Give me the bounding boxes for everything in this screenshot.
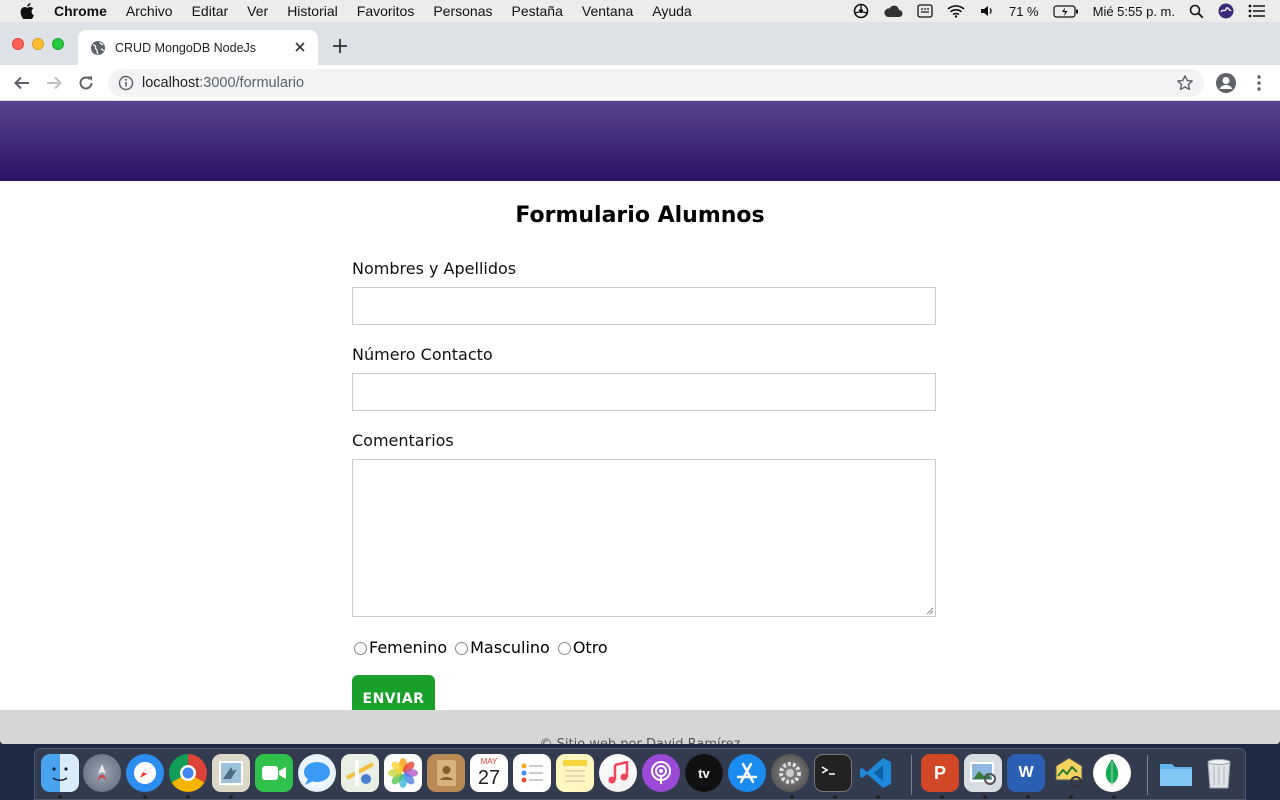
radio-label-femenino: Femenino (369, 637, 448, 657)
calendar-icon[interactable]: MAY 27 (470, 754, 508, 792)
url-host: localhost (142, 75, 200, 91)
finder-icon[interactable] (41, 754, 79, 792)
notes-icon[interactable] (556, 754, 594, 792)
info-icon[interactable] (118, 75, 134, 91)
safari-icon[interactable] (126, 754, 164, 792)
zoom-window-button[interactable] (52, 38, 64, 50)
radio-otro[interactable] (557, 641, 571, 655)
page-title: Formulario Alumnos (515, 203, 765, 228)
menu-ver[interactable]: Ver (247, 3, 268, 19)
mongodb-icon[interactable] (1093, 754, 1131, 792)
maps-icon[interactable] (341, 754, 379, 792)
system-preferences-icon[interactable] (771, 754, 809, 792)
menu-pestana[interactable]: Pestaña (512, 3, 563, 19)
radio-label-masculino: Masculino (470, 637, 550, 657)
calendar-day: 27 (477, 767, 501, 789)
name-input[interactable] (352, 287, 936, 325)
forward-arrow-icon[interactable] (44, 73, 64, 93)
podcasts-icon[interactable] (642, 754, 680, 792)
wifi-icon[interactable] (947, 4, 965, 18)
mail-stamp-icon[interactable] (212, 754, 250, 792)
menubar-clock[interactable]: Mié 5:55 p. m. (1093, 4, 1175, 19)
page-footer: © Sitio web por David Ramírez (0, 710, 1280, 744)
profile-avatar-icon[interactable] (1215, 72, 1237, 94)
macos-dock: MAY 27 tv P W (34, 748, 1246, 800)
powerpoint-icon[interactable]: P (921, 754, 959, 792)
active-tab[interactable]: CRUD MongoDB NodeJs (78, 30, 318, 65)
window-controls (12, 38, 72, 50)
menu-historial[interactable]: Historial (287, 3, 338, 19)
browser-toolbar: localhost:3000/formulario (0, 65, 1280, 101)
menu-app-name[interactable]: Chrome (54, 3, 107, 19)
macos-menu-bar: Chrome Archivo Editar Ver Historial Favo… (0, 0, 1280, 22)
radio-masculino[interactable] (455, 641, 469, 655)
globe-icon (90, 40, 106, 56)
chrome-menu-icon[interactable] (1250, 73, 1268, 93)
chrome-window: CRUD MongoDB NodeJs localhost:3000/formu… (0, 22, 1280, 744)
close-tab-icon[interactable] (292, 39, 308, 55)
minimize-window-button[interactable] (32, 38, 44, 50)
terminal-icon[interactable] (814, 754, 852, 792)
student-form: Nombres y Apellidos Número Contacto Come… (352, 259, 936, 722)
steering-wheel-icon[interactable] (853, 3, 869, 19)
tab-title: CRUD MongoDB NodeJs (115, 40, 257, 55)
music-icon[interactable] (599, 754, 637, 792)
siri-icon[interactable] (1218, 3, 1234, 19)
back-arrow-icon[interactable] (12, 73, 32, 93)
address-bar[interactable]: localhost:3000/formulario (108, 69, 1204, 97)
menu-archivo[interactable]: Archivo (126, 3, 173, 19)
keyboard-icon[interactable] (917, 4, 933, 18)
facetime-icon[interactable] (255, 754, 293, 792)
trash-icon[interactable] (1200, 754, 1238, 792)
phone-label: Número Contacto (352, 345, 493, 364)
menu-editar[interactable]: Editar (192, 3, 229, 19)
tab-strip: CRUD MongoDB NodeJs (0, 22, 1280, 65)
url-path: :3000/formulario (199, 75, 305, 91)
word-icon[interactable]: W (1007, 754, 1045, 792)
folder-icon[interactable] (1157, 754, 1195, 792)
apple-icon[interactable] (20, 3, 38, 19)
reminders-icon[interactable] (513, 754, 551, 792)
battery-icon[interactable] (1053, 4, 1079, 18)
radio-label-otro: Otro (572, 637, 608, 657)
header-banner (0, 101, 1280, 181)
comments-label: Comentarios (352, 431, 454, 450)
comments-textarea[interactable] (352, 459, 936, 617)
cloud-icon[interactable] (883, 4, 903, 18)
messages-icon[interactable] (298, 754, 336, 792)
menu-favoritos[interactable]: Favoritos (357, 3, 415, 19)
close-window-button[interactable] (12, 38, 24, 50)
apple-tv-icon[interactable]: tv (685, 754, 723, 792)
web-page: Formulario Alumnos Nombres y Apellidos N… (0, 101, 1280, 744)
menu-ventana[interactable]: Ventana (582, 3, 633, 19)
radio-femenino[interactable] (354, 641, 367, 655)
menubar-status-area: 71 % Mié 5:55 p. m. (853, 0, 1280, 22)
resize-grip-icon[interactable] (926, 607, 934, 615)
activity-monitor-icon[interactable] (1050, 754, 1088, 792)
new-tab-button[interactable] (330, 36, 350, 56)
preview-icon[interactable] (964, 754, 1002, 792)
name-label: Nombres y Apellidos (352, 259, 517, 278)
contacts-icon[interactable] (427, 754, 465, 792)
reload-icon[interactable] (76, 73, 96, 93)
chrome-icon[interactable] (169, 754, 207, 792)
spotlight-search-icon[interactable] (1189, 4, 1204, 19)
calendar-month: MAY (480, 757, 498, 766)
app-store-icon[interactable] (728, 754, 766, 792)
menu-personas[interactable]: Personas (433, 3, 492, 19)
vscode-icon[interactable] (857, 754, 895, 792)
bookmark-star-icon[interactable] (1176, 74, 1194, 92)
photos-icon[interactable] (384, 754, 422, 792)
battery-percent: 71 % (1008, 3, 1039, 19)
launchpad-icon[interactable] (83, 754, 121, 792)
gender-radio-group: Femenino Masculino Otro (352, 637, 936, 657)
volume-icon[interactable] (979, 4, 995, 18)
phone-input[interactable] (352, 373, 936, 411)
notification-center-icon[interactable] (1248, 4, 1266, 18)
menu-ayuda[interactable]: Ayuda (652, 3, 691, 19)
tv-label: tv (698, 765, 710, 781)
